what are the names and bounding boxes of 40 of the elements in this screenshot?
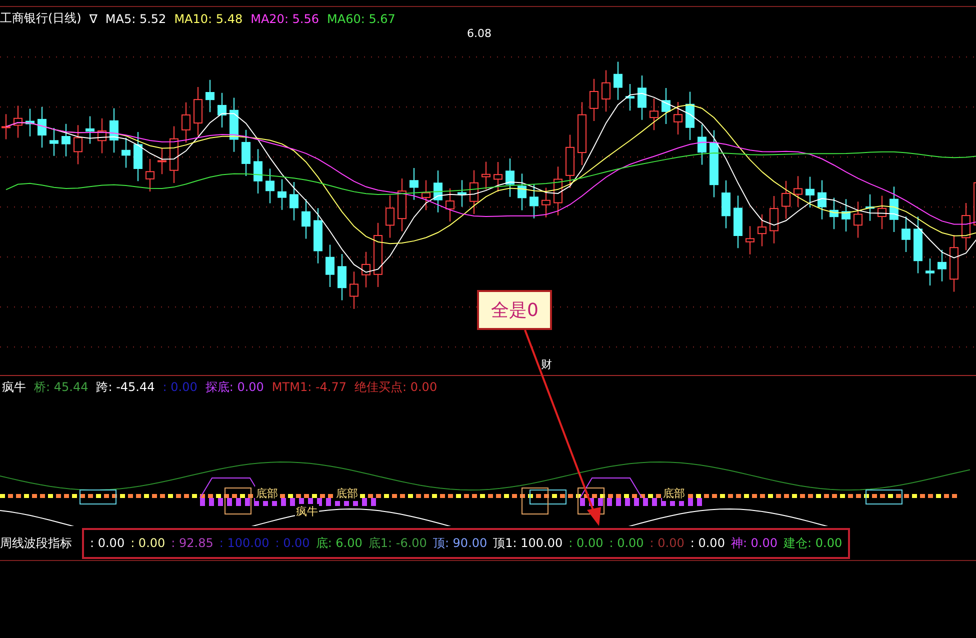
indicator-title: 周线波段指标 [0, 534, 72, 552]
indicator-value: 跨: -45.44 [96, 378, 155, 396]
indicator-value: 神: 0.00 [730, 534, 778, 552]
signal-label: 底部 [255, 486, 279, 501]
signal-frame [578, 488, 604, 514]
indicator-value: : 0.00 [690, 536, 725, 550]
indicator-value: 建仓: 0.00 [784, 534, 842, 552]
event-marker: 财 [540, 357, 553, 372]
indicator-value: : 0.00 [162, 380, 198, 394]
indicator-value: : 0.00 [650, 536, 684, 550]
signal-label: 疯牛 [295, 504, 319, 519]
callout-note: 全是0 [477, 290, 552, 330]
indicator-value: : 92.85 [171, 536, 214, 550]
indicator-value: 底1: -6.00 [368, 534, 427, 552]
indicator-value: MTM1: -4.77 [272, 380, 346, 394]
indicator-title: 疯牛 [2, 378, 26, 396]
indicator-value: 顶: 90.00 [432, 534, 488, 552]
indicator-value: 探底: 0.00 [205, 378, 264, 396]
toggle-glyph[interactable]: ∇ [89, 12, 98, 26]
signal-frame [80, 490, 116, 504]
indicator-value: : 0.00 [609, 536, 644, 550]
signal-frame [866, 490, 902, 504]
moving-average-legend: MA20: 5.56 [250, 12, 320, 26]
signal-label: 底部 [335, 486, 359, 501]
moving-average-legend: MA5: 5.52 [105, 12, 166, 26]
moving-average-legend: MA60: 5.67 [327, 12, 396, 26]
indicator-value: 绝佳买点: 0.00 [354, 378, 438, 396]
moving-average-legend: MA10: 5.48 [174, 12, 243, 26]
indicator-value: 桥: 45.44 [34, 378, 88, 396]
indicator-value: : 0.00 [568, 536, 604, 550]
indicator-value: : 100.00 [219, 536, 270, 550]
chart-title: 工商银行(日线) [0, 10, 82, 27]
signal-label: 底部 [662, 486, 686, 501]
indicator-value: : 0.00 [275, 536, 310, 550]
indicator-value: 顶1: 100.00 [493, 534, 563, 552]
indicator-value: : 0.00 [130, 536, 166, 550]
indicator-value: 底: 6.00 [316, 534, 362, 552]
indicator-value: : 0.00 [90, 536, 125, 550]
peak-price-label: 6.08 [466, 27, 492, 40]
signal-frame [224, 488, 252, 514]
